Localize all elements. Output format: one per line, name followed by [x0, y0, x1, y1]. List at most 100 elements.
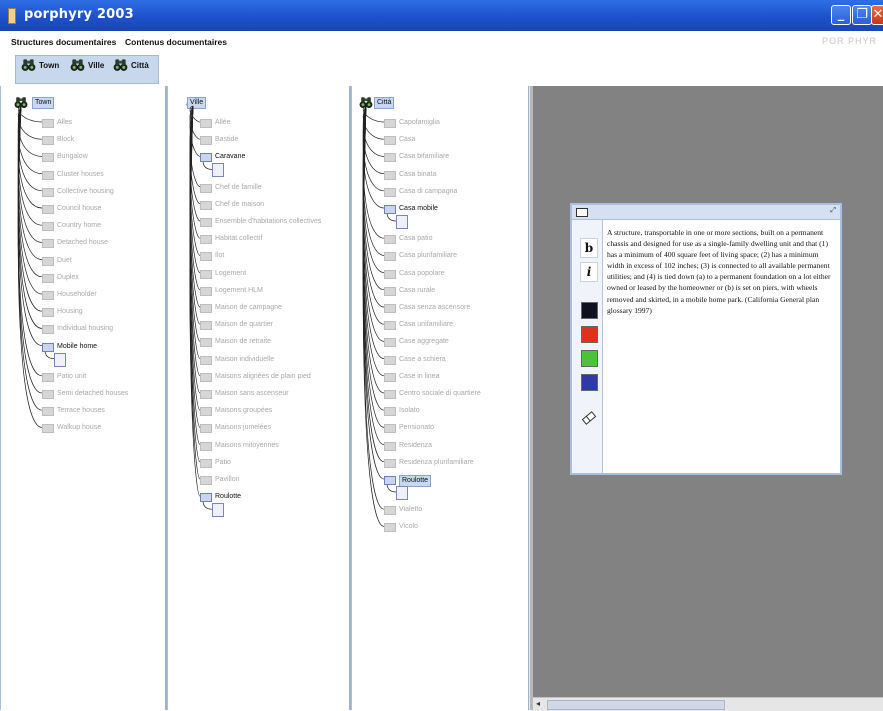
- tree-node[interactable]: Casa popolare: [399, 269, 445, 279]
- tree-node[interactable]: Maisons groupées: [215, 406, 272, 416]
- tree-node[interactable]: Pavillon: [215, 475, 240, 485]
- tree-node[interactable]: Roulotte: [215, 492, 241, 502]
- tree-node[interactable]: Case a schiera: [399, 355, 446, 365]
- tree-node[interactable]: Cluster houses: [57, 170, 104, 180]
- tree-node[interactable]: Casa unifamiliare: [399, 320, 453, 330]
- scrollbar-thumb[interactable]: [547, 700, 725, 710]
- note-window[interactable]: ⤢ b i A structure, transportable in one …: [570, 203, 842, 475]
- folder-icon: [42, 119, 54, 128]
- tree-node[interactable]: Bastide: [215, 135, 238, 145]
- tree-node[interactable]: Duet: [57, 256, 72, 266]
- tree-node[interactable]: Habitat collectif: [215, 234, 262, 244]
- tree-node[interactable]: Semi detached houses: [57, 389, 128, 399]
- tree-node[interactable]: Ensemble d'habitations collectives: [215, 217, 321, 227]
- tree-node[interactable]: Individual housing: [57, 324, 113, 334]
- scroll-left-icon[interactable]: ◂: [536, 699, 540, 708]
- note-text[interactable]: A structure, transportable in one or mor…: [607, 227, 837, 316]
- tree-node[interactable]: Vicolo: [399, 522, 418, 532]
- folder-icon[interactable]: [576, 208, 588, 217]
- tree-node[interactable]: Centro sociale di quartiere: [399, 389, 481, 399]
- tree-node[interactable]: Casa di campagna: [399, 187, 457, 197]
- menu-structures[interactable]: Structures documentaires: [11, 37, 116, 47]
- tree-node[interactable]: Alles: [57, 118, 72, 128]
- horizontal-scrollbar[interactable]: ◂: [533, 697, 883, 711]
- tree-node[interactable]: Maison sans ascenseur: [215, 389, 289, 399]
- tree-node[interactable]: Maison de quartier: [215, 320, 273, 330]
- color-swatch-black[interactable]: [581, 302, 598, 319]
- document-icon[interactable]: [396, 486, 408, 500]
- tree-panel-town[interactable]: Town Alles Block Bungalow Cluster houses Coll…: [0, 86, 167, 710]
- tree-node[interactable]: Council house: [57, 204, 101, 214]
- document-icon[interactable]: [396, 215, 408, 229]
- tree-node[interactable]: Collective housing: [57, 187, 114, 197]
- tree-node[interactable]: Casa rurale: [399, 286, 435, 296]
- tree-node[interactable]: Maison de campagne: [215, 303, 282, 313]
- color-swatch-red[interactable]: [581, 326, 598, 343]
- document-icon[interactable]: [212, 503, 224, 518]
- tree-node[interactable]: Maisons jumelées: [215, 423, 271, 433]
- tree-node[interactable]: Chef de famille: [215, 183, 262, 193]
- tree-node[interactable]: Householder: [57, 290, 97, 300]
- tree-node[interactable]: Patio unit: [57, 372, 86, 382]
- color-swatch-blue[interactable]: [581, 374, 598, 391]
- eraser-icon[interactable]: [581, 410, 597, 426]
- note-header[interactable]: ⤢: [572, 205, 840, 220]
- folder-icon: [42, 256, 54, 266]
- tree-node[interactable]: Country home: [57, 221, 101, 231]
- tree-node[interactable]: Case in linea: [399, 372, 439, 382]
- tree-node[interactable]: Detached house: [57, 238, 108, 248]
- maximize-button[interactable]: ❐: [852, 5, 872, 25]
- tree-node[interactable]: Maison individuelle: [215, 355, 274, 365]
- tree-node[interactable]: Ilot: [215, 251, 224, 261]
- tree-node[interactable]: Caravane: [215, 152, 245, 162]
- tree-node[interactable]: Casa senza ascensore: [399, 303, 470, 313]
- tree-node[interactable]: Casa bifamiliare: [399, 152, 449, 162]
- tree-connector: [17, 105, 43, 174]
- tree-node[interactable]: Casa mobile: [399, 204, 438, 214]
- document-icon[interactable]: [54, 352, 66, 367]
- tree-node[interactable]: Chef de maison: [215, 200, 264, 210]
- tree-node[interactable]: Duplex: [57, 273, 79, 283]
- folder-icon: [200, 372, 212, 382]
- minimize-button[interactable]: _: [831, 5, 851, 25]
- tree-panel-citta[interactable]: Città Capofamiglia Casa Casa bifamiliare Cas…: [351, 86, 530, 710]
- tree-node[interactable]: Maisons alignées de plain pied: [215, 372, 311, 382]
- tree-node[interactable]: Housing: [57, 307, 83, 317]
- tree-node[interactable]: Patio: [215, 458, 231, 468]
- tree-node[interactable]: Maisons mitoyennes: [215, 441, 279, 451]
- tree-connector: [362, 105, 385, 140]
- tree-node[interactable]: Pensionato: [399, 423, 434, 433]
- toolbar-button-3[interactable]: Città: [113, 57, 149, 73]
- tree-node[interactable]: Vialetto: [399, 505, 422, 515]
- toolbar-button-1[interactable]: Town: [21, 57, 59, 73]
- tree-node[interactable]: Allée: [215, 118, 231, 128]
- close-button[interactable]: ✕: [871, 5, 883, 25]
- bold-button[interactable]: b: [580, 238, 598, 258]
- resize-icon[interactable]: ⤢: [830, 207, 836, 215]
- tree-node[interactable]: Logement: [215, 269, 246, 279]
- tree-node[interactable]: Residenza: [399, 441, 432, 451]
- tree-node[interactable]: Case aggregate: [399, 337, 449, 347]
- tree-node[interactable]: Terrace houses: [57, 406, 105, 416]
- document-icon[interactable]: [212, 163, 224, 178]
- menu-contenus[interactable]: Contenus documentaires: [125, 37, 227, 47]
- italic-button[interactable]: i: [580, 262, 598, 282]
- tree-node[interactable]: Casa binata: [399, 170, 436, 180]
- tree-node[interactable]: Casa patio: [399, 234, 432, 244]
- tree-node[interactable]: Logement HLM: [215, 286, 263, 296]
- tree-node[interactable]: Walkup house: [57, 423, 101, 433]
- tree-node[interactable]: Casa plurifamiliare: [399, 251, 457, 261]
- tree-node[interactable]: Casa: [399, 135, 415, 145]
- folder-icon: [200, 252, 212, 262]
- toolbar-button-2[interactable]: Ville: [70, 57, 104, 73]
- tree-node[interactable]: Mobile home: [57, 342, 97, 352]
- tree-panel-ville[interactable]: Ville Allée Bastide Caravane Chef de famille…: [167, 86, 351, 710]
- tree-node[interactable]: Isolato: [399, 406, 420, 416]
- color-swatch-green[interactable]: [581, 350, 598, 367]
- tree-node[interactable]: Capofamiglia: [399, 118, 440, 128]
- tree-node[interactable]: Block: [57, 135, 74, 145]
- tree-node[interactable]: Residenza plurifamiliare: [399, 458, 474, 468]
- tree-node[interactable]: Maison de retraite: [215, 337, 271, 347]
- folder-icon: [200, 476, 212, 485]
- tree-node[interactable]: Bungalow: [57, 152, 88, 162]
